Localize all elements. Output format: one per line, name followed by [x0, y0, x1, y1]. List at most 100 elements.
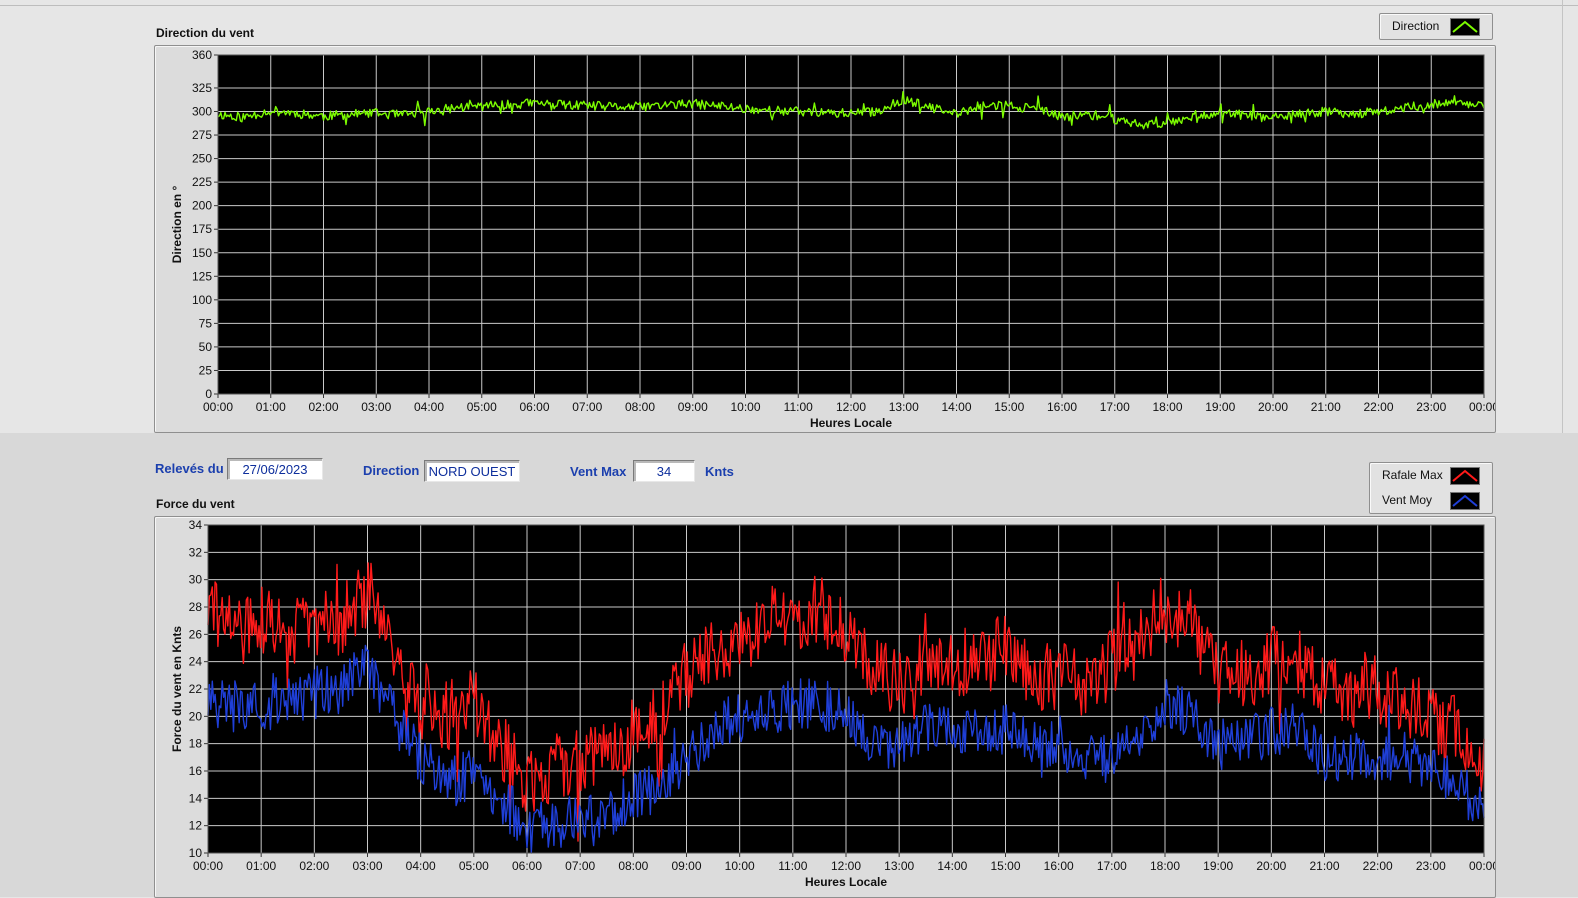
direction-xtick-label: 19:00: [1205, 400, 1235, 414]
direction-ytick-label: 125: [192, 269, 212, 283]
direction-xtick-label: 06:00: [519, 400, 549, 414]
force-xtick-label: 04:00: [406, 859, 436, 873]
force-xtick-label: 12:00: [831, 859, 861, 873]
direction-ytick-label: 300: [192, 105, 212, 119]
force-ytick-label: 24: [189, 655, 203, 669]
force-xtick-label: 06:00: [512, 859, 542, 873]
legend-label-rafale-max: Rafale Max: [1382, 468, 1443, 482]
direction-xtick-label: 10:00: [730, 400, 760, 414]
force-xtick-label: 22:00: [1363, 859, 1393, 873]
legend-item-direction[interactable]: Direction: [1380, 14, 1492, 38]
legend-swatch-vent-moy: [1450, 492, 1480, 510]
force-y-axis-title: Force du vent en Knts: [170, 626, 184, 752]
direction-ytick-label: 360: [192, 48, 212, 62]
legend-label-vent-moy: Vent Moy: [1382, 493, 1433, 507]
window-top-rule: [0, 5, 1578, 6]
direction-xtick-label: 12:00: [836, 400, 866, 414]
direction-xtick-label: 07:00: [572, 400, 602, 414]
direction-xtick-label: 02:00: [308, 400, 338, 414]
force-ytick-label: 22: [189, 682, 203, 696]
direction-xtick-label: 14:00: [941, 400, 971, 414]
force-xtick-label: 03:00: [352, 859, 382, 873]
force-graph-title: Force du vent: [156, 497, 235, 511]
force-xtick-label: 14:00: [937, 859, 967, 873]
direction-xtick-label: 17:00: [1100, 400, 1130, 414]
force-xtick-label: 16:00: [1044, 859, 1074, 873]
direction-ytick-label: 225: [192, 175, 212, 189]
direction-label: Direction: [363, 463, 420, 478]
force-chart[interactable]: 00:00 01:00 02:00 03:00 04:00 05:00 06:00 07:00…: [155, 517, 1495, 897]
direction-xtick-label: 11:00: [784, 400, 813, 414]
force-xtick-label: 21:00: [1309, 859, 1339, 873]
direction-ytick-label: 175: [192, 222, 212, 236]
force-ytick-label: 12: [189, 819, 203, 833]
force-legend[interactable]: Rafale Max Vent Moy: [1369, 462, 1493, 514]
force-xtick-label: 07:00: [565, 859, 595, 873]
direction-ytick-label: 275: [192, 128, 212, 142]
releves-label: Relevés du: [155, 461, 224, 476]
direction-xtick-label: 00:00: [1469, 400, 1495, 414]
force-ytick-label: 20: [189, 709, 203, 723]
vent-max-value-field[interactable]: 34: [633, 460, 695, 482]
force-xtick-label: 02:00: [299, 859, 329, 873]
direction-xtick-label: 13:00: [889, 400, 919, 414]
direction-xtick-label: 09:00: [678, 400, 708, 414]
direction-xtick-label: 00:00: [203, 400, 233, 414]
direction-x-axis-title: Heures Locale: [810, 416, 892, 430]
direction-ytick-label: 50: [199, 340, 213, 354]
legend-swatch-direction: [1450, 18, 1480, 36]
legend-item-vent-moy[interactable]: Vent Moy: [1370, 488, 1492, 512]
force-xtick-label: 10:00: [725, 859, 755, 873]
direction-xtick-label: 01:00: [256, 400, 286, 414]
force-xtick-label: 01:00: [246, 859, 276, 873]
direction-xtick-label: 23:00: [1416, 400, 1446, 414]
direction-graph-panel: 00:00 01:00 02:00 03:00 04:00 05:00 06:00 07:00…: [154, 45, 1496, 433]
direction-ytick-label: 100: [192, 293, 212, 307]
force-x-axis-title: Heures Locale: [805, 875, 887, 889]
vent-max-label: Vent Max: [570, 464, 627, 479]
vent-max-unit: Knts: [705, 464, 734, 479]
direction-xtick-label: 04:00: [414, 400, 444, 414]
direction-xtick-label: 21:00: [1311, 400, 1341, 414]
force-ytick-label: 10: [189, 846, 203, 860]
force-xtick-label: 23:00: [1416, 859, 1446, 873]
force-ytick-label: 30: [189, 573, 203, 587]
force-ytick-label: 28: [189, 600, 203, 614]
direction-xtick-label: 18:00: [1152, 400, 1182, 414]
force-ytick-label: 32: [189, 545, 203, 559]
legend-item-rafale-max[interactable]: Rafale Max: [1370, 463, 1492, 487]
force-xtick-label: 11:00: [778, 859, 807, 873]
force-xtick-label: 18:00: [1150, 859, 1180, 873]
direction-ytick-label: 0: [205, 387, 212, 401]
force-xtick-label: 15:00: [990, 859, 1020, 873]
legend-label-direction: Direction: [1392, 19, 1440, 33]
force-ytick-label: 16: [189, 764, 203, 778]
direction-chart[interactable]: 00:00 01:00 02:00 03:00 04:00 05:00 06:00 07:00…: [155, 46, 1495, 432]
direction-xtick-label: 08:00: [625, 400, 655, 414]
force-xtick-label: 17:00: [1097, 859, 1127, 873]
force-graph-panel: 00:00 01:00 02:00 03:00 04:00 05:00 06:00 07:00…: [154, 516, 1496, 898]
direction-ytick-label: 75: [199, 316, 213, 330]
force-xtick-label: 08:00: [618, 859, 648, 873]
force-ytick-label: 14: [189, 791, 203, 805]
direction-ytick-label: 200: [192, 199, 212, 213]
direction-xtick-label: 16:00: [1047, 400, 1077, 414]
force-ytick-label: 34: [189, 518, 203, 532]
force-ytick-label: 26: [189, 627, 203, 641]
direction-graph-title: Direction du vent: [156, 26, 255, 40]
force-xtick-label: 00:00: [1469, 859, 1495, 873]
direction-xtick-label: 20:00: [1258, 400, 1288, 414]
force-xtick-label: 13:00: [884, 859, 914, 873]
legend-swatch-rafale-max: [1450, 467, 1480, 485]
force-xtick-label: 05:00: [459, 859, 489, 873]
force-ytick-label: 18: [189, 737, 203, 751]
force-xtick-label: 00:00: [193, 859, 223, 873]
direction-ytick-label: 325: [192, 81, 212, 95]
direction-y-axis-title: Direction en °: [170, 186, 184, 264]
direction-legend[interactable]: Direction: [1379, 13, 1493, 40]
direction-value-field[interactable]: NORD OUEST: [424, 460, 520, 482]
direction-xtick-label: 15:00: [994, 400, 1024, 414]
releves-date-field[interactable]: 27/06/2023: [227, 458, 323, 480]
direction-xtick-label: 05:00: [467, 400, 497, 414]
direction-ytick-label: 150: [192, 246, 212, 260]
